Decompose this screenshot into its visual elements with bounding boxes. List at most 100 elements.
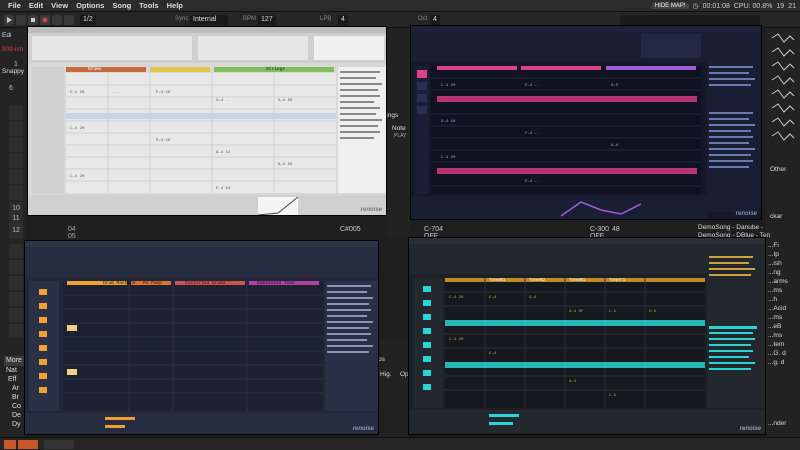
svg-text:C-4 20: C-4 20 (70, 127, 85, 131)
track-header-drums[interactable] (66, 67, 146, 72)
tree-item[interactable]: De (12, 412, 21, 419)
svg-text:D-4 18: D-4 18 (441, 120, 456, 124)
light-envelope (257, 196, 299, 215)
dark-browser[interactable] (707, 62, 761, 212)
tree-item[interactable]: Co (12, 403, 21, 410)
file-item[interactable]: DemoSong - Danube - (698, 224, 763, 231)
pattern-note: C-704 (424, 226, 444, 233)
bottom-tab[interactable] (44, 440, 74, 449)
lpb-value[interactable]: 4 (338, 15, 348, 25)
file-item[interactable]: ...eB (768, 323, 781, 330)
seq-num-1: 1 (14, 61, 18, 68)
menu-view[interactable]: View (47, 1, 72, 10)
follow-button[interactable] (64, 15, 74, 25)
file-item[interactable]: ...ms (768, 332, 782, 339)
seq-cell[interactable] (9, 170, 23, 184)
clock-icon: ◷ (692, 3, 699, 10)
track-header[interactable] (150, 67, 210, 72)
seq-cell[interactable] (9, 260, 23, 274)
dark-pattern-grid: C-4 20 E-4 .. G-5 D-4 18 F-4 .. A-4 C-4 20 E-… (431, 66, 701, 187)
navy-browser[interactable] (325, 281, 378, 411)
cyan-sequence[interactable] (413, 278, 443, 408)
play-button[interactable] (4, 15, 14, 25)
record-button[interactable] (40, 15, 50, 25)
metronome-button[interactable] (52, 15, 62, 25)
sync-select[interactable]: Internal (190, 15, 228, 25)
dark-pattern-editor[interactable]: C-4 20 E-4 .. G-5 D-4 18 F-4 .. A-4 C-4 20 E-… (431, 66, 701, 194)
file-item[interactable]: ...Fi (768, 242, 779, 249)
loop-button[interactable] (16, 15, 26, 25)
file-item[interactable]: ...Ip (768, 251, 779, 258)
seq-cell[interactable] (9, 138, 23, 152)
seq-cell[interactable] (9, 324, 23, 338)
light-browser[interactable] (338, 67, 386, 193)
seq-cell[interactable] (9, 154, 23, 168)
seq-cell[interactable] (9, 292, 23, 306)
file-item[interactable]: ...ms (768, 314, 782, 321)
track-name: Tone03 (489, 278, 506, 283)
file-item[interactable]: ...ng (768, 269, 781, 276)
svg-text:E-4 18: E-4 18 (156, 91, 171, 95)
host-lower-middle (379, 340, 408, 437)
hide-map-button[interactable]: HIDE MAP! (651, 3, 689, 9)
seq-cell[interactable] (9, 106, 23, 120)
menu-edit[interactable]: Edit (25, 1, 47, 10)
tree-item[interactable]: Dy (12, 421, 21, 428)
track-name: Strings (266, 67, 285, 72)
cyan-pattern-grid: C-4 20 E-4 G-4 A-4 0F C-5 D-5 C-4 20 E-4 A-4 C… (445, 278, 705, 408)
waveform-icons (771, 33, 795, 141)
cyan-pattern-editor[interactable]: C-4 20 E-4 G-4 A-4 0F C-5 D-5 C-4 20 E-4 A-4 C… (445, 278, 705, 408)
cyan-slider[interactable] (489, 422, 513, 425)
seq-cell[interactable] (9, 308, 23, 322)
cyan-browser[interactable] (707, 252, 765, 408)
light-sequence[interactable] (32, 67, 64, 193)
dark-logo: renoise (735, 211, 757, 217)
navy-slider[interactable] (105, 425, 125, 428)
menu-song[interactable]: Song (108, 1, 135, 10)
navy-sequence[interactable] (29, 281, 59, 411)
screenshot-light-theme: Drums Strings C-4 20 --- E-4 18 G-4 .. A-4 … (27, 26, 387, 216)
cyan-slider[interactable] (489, 414, 519, 417)
bottom-tab[interactable] (18, 440, 38, 449)
more-button[interactable]: More (4, 356, 26, 366)
svg-text:---: --- (112, 91, 119, 95)
oct-value[interactable]: 4 (430, 15, 440, 25)
menu-file[interactable]: File (4, 1, 25, 10)
file-item[interactable]: ...G. d (768, 350, 786, 357)
light-instrument-list (314, 36, 384, 60)
seq-cell-12[interactable]: 12 (9, 224, 23, 238)
file-item[interactable]: ...ms (768, 287, 782, 294)
svg-text:G-5: G-5 (611, 84, 619, 88)
file-item[interactable]: ...Acid (768, 305, 786, 312)
track-name: Toner1 (609, 278, 626, 283)
seq-cell[interactable] (9, 276, 23, 290)
file-item[interactable]: ...h (768, 296, 777, 303)
navy-pattern-editor[interactable] (63, 281, 323, 411)
navy-slider[interactable] (105, 417, 135, 420)
tree-item[interactable]: Eff (8, 376, 16, 383)
file-item[interactable]: ...ish (768, 260, 782, 267)
dark-sequence[interactable] (415, 66, 429, 194)
dark-header-area (411, 32, 761, 62)
file-item[interactable]: ...arms (768, 278, 788, 285)
pattern-note: 48 (612, 226, 620, 233)
svg-text:F-4 ..: F-4 .. (525, 132, 539, 136)
navy-dsp-lane (25, 413, 378, 434)
menu-options[interactable]: Options (72, 1, 108, 10)
svg-text:C-5: C-5 (609, 310, 617, 314)
file-item[interactable]: ...g. d (768, 359, 784, 366)
bottom-tab[interactable] (4, 440, 16, 449)
file-item[interactable]: ...nder (768, 420, 786, 427)
file-item[interactable]: ...tem (768, 341, 784, 348)
seq-cell[interactable] (9, 186, 23, 200)
tree-item[interactable]: Nat (6, 367, 17, 374)
menu-help[interactable]: Help (163, 1, 187, 10)
seq-cell[interactable] (9, 122, 23, 136)
tree-item[interactable]: Ar (12, 385, 19, 392)
seq-cell[interactable] (9, 244, 23, 258)
tree-item[interactable]: Br (12, 394, 19, 401)
menu-tools[interactable]: Tools (135, 1, 162, 10)
bpm-value[interactable]: 127 (258, 15, 276, 25)
stop-button[interactable] (28, 15, 38, 25)
light-pattern-editor[interactable]: C-4 20 --- E-4 18 G-4 .. A-4 08 C-4 20 D-4 1… (66, 73, 336, 193)
